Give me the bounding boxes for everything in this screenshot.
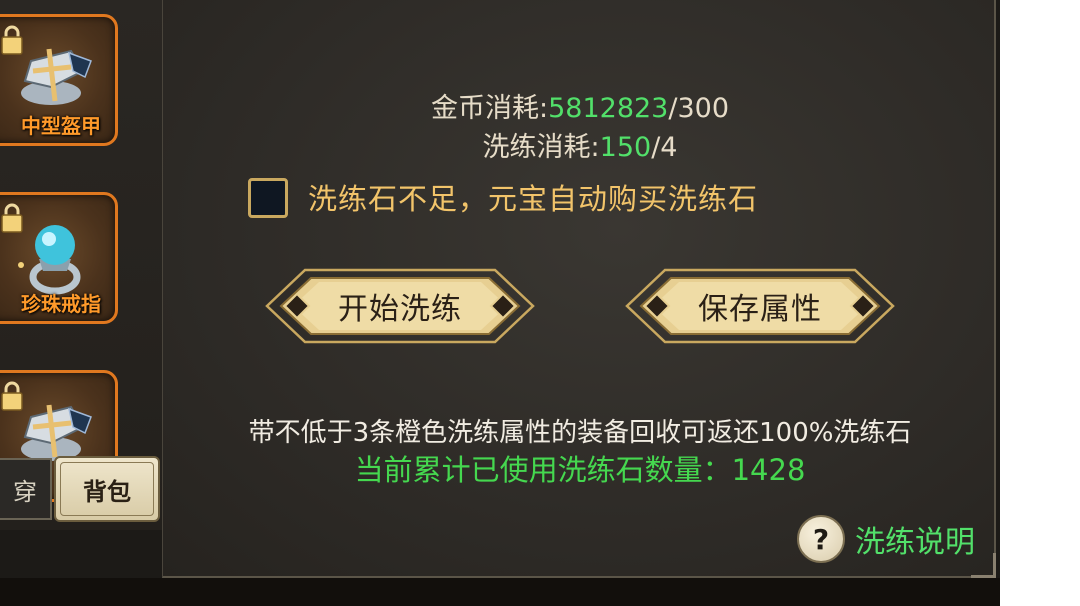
recycle-note: 带不低于3条橙色洗练属性的装备回收可返还100%洗练石 — [248, 418, 912, 448]
save-attributes-button[interactable]: 保存属性 — [621, 264, 899, 348]
help-label[interactable]: 洗练说明 — [855, 517, 975, 561]
equipment-slot-ring[interactable]: 珍珠戒指 — [0, 192, 118, 324]
start-refine-button[interactable]: 开始洗练 — [261, 264, 539, 348]
tab-bag[interactable]: 背包 — [54, 456, 160, 522]
auto-buy-checkbox[interactable] — [248, 178, 288, 218]
gold-cost: 金币消耗:5812823/300 — [163, 86, 997, 125]
question-icon[interactable]: ? — [797, 515, 845, 563]
refine-cost-value: 150 — [599, 132, 652, 163]
equipment-list: 中型盔甲 珍珠戒指 穿 背包 — [0, 0, 162, 530]
auto-buy-label[interactable]: 洗练石不足，元宝自动购买洗练石 — [308, 176, 758, 218]
gold-cost-value: 5812823 — [548, 93, 669, 124]
armor-icon — [21, 48, 92, 105]
tab-bag-label: 背包 — [83, 477, 131, 506]
used-stone-count: 当前累计已使用洗练石数量：1428 — [354, 453, 806, 487]
tab-wear[interactable]: 穿 — [0, 458, 52, 520]
start-refine-label: 开始洗练 — [338, 292, 462, 327]
refine-cost: 洗练消耗:150/4 — [163, 125, 997, 164]
pearl-ring-icon — [18, 225, 81, 295]
gold-cost-label: 金币消耗: — [431, 93, 549, 124]
refine-cost-label: 洗练消耗: — [482, 132, 600, 163]
refine-panel: 金币消耗:5812823/300 洗练消耗:150/4 洗练石不足，元宝自动购买… — [162, 0, 996, 578]
equipment-slot-armor[interactable]: 中型盔甲 — [0, 14, 118, 146]
refine-cost-required: /4 — [651, 132, 678, 163]
refine-help[interactable]: ? 洗练说明 — [797, 514, 975, 564]
gold-cost-required: /300 — [668, 93, 729, 124]
save-attributes-label: 保存属性 — [698, 292, 822, 327]
equipment-name: 珍珠戒指 — [21, 292, 101, 316]
equipment-name: 中型盔甲 — [21, 114, 101, 138]
bottom-bar — [0, 578, 1000, 606]
game-screen: 中型盔甲 珍珠戒指 穿 背包 金币消耗:5812823/300 洗练消耗:150… — [0, 0, 1000, 606]
